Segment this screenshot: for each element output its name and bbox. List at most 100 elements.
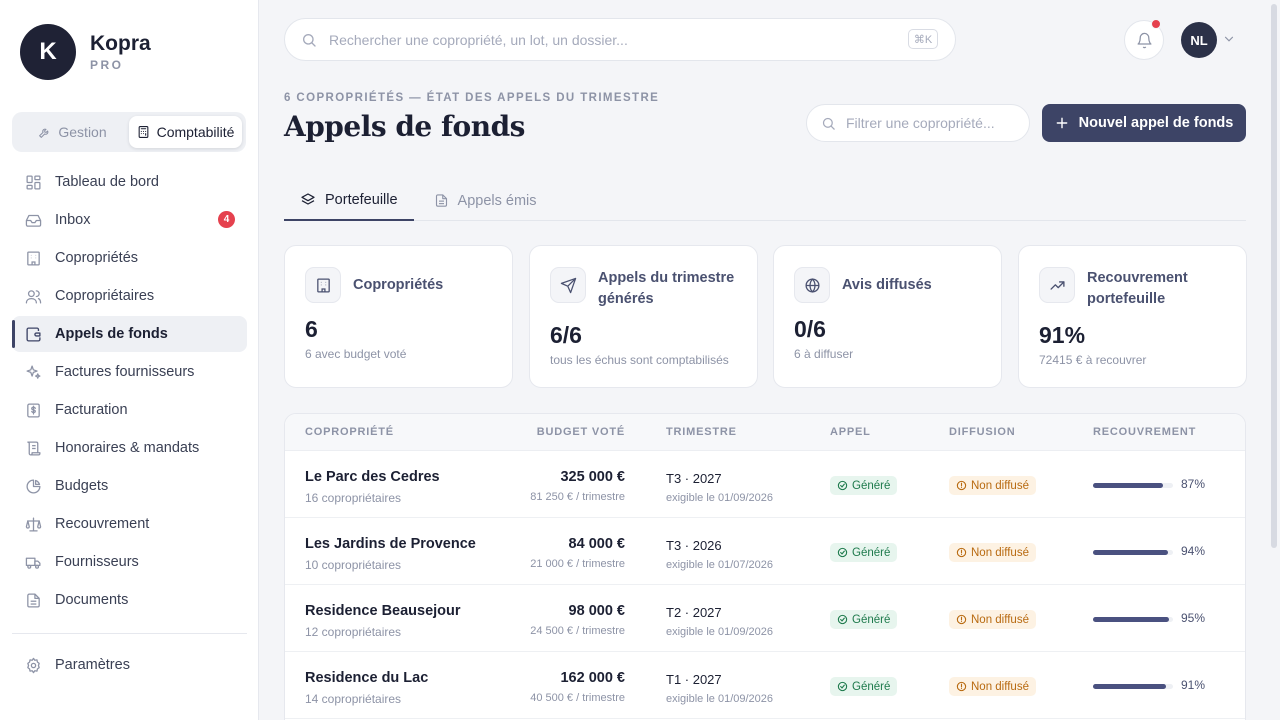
tabs: Portefeuille Appels émis (284, 180, 1246, 221)
sidebar-item-label: Tableau de bord (55, 174, 159, 190)
mode-comptabilite-button[interactable]: Comptabilité (129, 116, 242, 148)
stat-label: Copropriétés (353, 277, 444, 293)
copropriete-name[interactable]: Les Jardins de Provence (305, 536, 476, 552)
page-eyebrow: 6 COPROPRIÉTÉS — ÉTAT DES APPELS DU TRIM… (284, 92, 660, 104)
document-icon (434, 193, 449, 208)
page-title: Appels de fonds (284, 110, 525, 143)
sidebar-item-recouvrement[interactable]: Recouvrement (12, 506, 247, 542)
copropriete-name[interactable]: Residence Beausejour (305, 603, 461, 619)
notification-dot (1151, 19, 1161, 29)
document-icon (24, 591, 42, 609)
sidebar-item-factures-fournisseurs[interactable]: Factures fournisseurs (12, 354, 247, 390)
notifications-button[interactable] (1124, 19, 1164, 60)
sidebar-item-coproprietaires[interactable]: Copropriétaires (12, 278, 247, 314)
sidebar-item-honoraires-mandats[interactable]: Honoraires & mandats (12, 430, 247, 466)
budget-per-quarter: 40 500 € / trimestre (530, 692, 625, 704)
bell-icon (1136, 32, 1153, 49)
status-badge-label: Généré (852, 680, 891, 693)
status-badge-label: Généré (852, 613, 891, 626)
status-badge-label: Généré (852, 546, 891, 559)
sidebar-item-inbox[interactable]: Inbox 4 (12, 202, 247, 238)
trend-up-icon (1039, 267, 1075, 303)
page-scrollbar[interactable] (1271, 4, 1277, 548)
column-header-copropriete[interactable]: COPROPRIÉTÉ (305, 426, 394, 438)
column-header-diffusion[interactable]: DIFFUSION (949, 426, 1015, 438)
column-header-budget[interactable]: BUDGET VOTÉ (537, 426, 625, 438)
mode-comptabilite-label: Comptabilité (156, 124, 235, 140)
check-circle-icon (837, 614, 848, 625)
stat-label: Recouvrement portefeuille (1087, 270, 1188, 307)
stat-value: 91% (1039, 322, 1086, 348)
tab-label: Portefeuille (325, 191, 398, 208)
stat-label: Appels du trimestre générés (598, 270, 735, 307)
brand-tier: PRO (90, 58, 124, 72)
column-header-trimestre[interactable]: TRIMESTRE (666, 426, 737, 438)
due-date: exigible le 01/09/2026 (666, 626, 774, 638)
sidebar-item-coproprietes[interactable]: Copropriétés (12, 240, 247, 276)
receipt-dollar-icon (24, 401, 42, 419)
sidebar-item-parametres[interactable]: Paramètres (12, 647, 247, 683)
stat-value: 6 (305, 316, 318, 342)
status-badge-appel: Généré (830, 677, 898, 696)
user-avatar[interactable]: NL (1181, 22, 1217, 58)
alert-circle-icon (956, 480, 967, 491)
send-icon (550, 267, 586, 303)
quarter: T3 · 2027 (666, 471, 722, 486)
check-circle-icon (837, 681, 848, 692)
new-fund-call-button[interactable]: Nouvel appel de fonds (1042, 104, 1246, 142)
search-icon (301, 32, 317, 48)
status-badge-diffusion: Non diffusé (949, 677, 1036, 696)
tab-appels-emis[interactable]: Appels émis (418, 180, 553, 221)
chevron-down-icon[interactable] (1222, 32, 1236, 46)
sidebar-item-facturation[interactable]: Facturation (12, 392, 247, 428)
sidebar-item-label: Copropriétés (55, 250, 139, 266)
building-icon (305, 267, 341, 303)
tab-label: Appels émis (457, 192, 537, 209)
sidebar-item-tableau-de-bord[interactable]: Tableau de bord (12, 164, 247, 200)
search-icon (821, 116, 836, 131)
table-row[interactable]: Le Parc des Cedres 16 copropriétaires 32… (285, 451, 1245, 518)
sidebar-item-budgets[interactable]: Budgets (12, 468, 247, 504)
stat-card-avis: Avis diffusés 0/6 6 à diffuser (773, 245, 1002, 388)
pie-chart-icon (24, 477, 42, 495)
quarter: T2 · 2027 (666, 605, 722, 620)
budget-amount: 98 000 € (568, 603, 625, 619)
new-fund-call-label: Nouvel appel de fonds (1078, 115, 1234, 131)
sidebar-item-label: Copropriétaires (55, 288, 155, 304)
filter-input[interactable] (846, 115, 1016, 131)
sidebar-item-appels-de-fonds[interactable]: Appels de fonds (12, 316, 247, 352)
owner-count: 16 copropriétaires (305, 491, 402, 505)
column-header-recouvrement[interactable]: RECOUVREMENT (1093, 426, 1196, 438)
column-header-appel[interactable]: APPEL (830, 426, 871, 438)
recovery-percentage: 87% (1181, 477, 1206, 491)
table-row[interactable]: Les Jardins de Provence 10 copropriétair… (285, 518, 1245, 585)
brand[interactable]: K Kopra PRO (20, 24, 151, 80)
alert-circle-icon (956, 547, 967, 558)
stat-value: 0/6 (794, 316, 826, 342)
table-row[interactable]: Residence du Lac 14 copropriétaires 162 … (285, 652, 1245, 719)
copropriete-name[interactable]: Residence du Lac (305, 670, 428, 686)
table-row[interactable]: Residence Beausejour 12 copropriétaires … (285, 585, 1245, 652)
check-circle-icon (837, 480, 848, 491)
brand-logo: K (20, 24, 76, 80)
global-search: ⌘K (284, 18, 956, 61)
stat-sub: 6 avec budget voté (305, 347, 407, 361)
copropriete-name[interactable]: Le Parc des Cedres (305, 469, 440, 485)
sidebar: K Kopra PRO Gestion Comptabilité Tableau… (0, 0, 259, 720)
owner-count: 10 copropriétaires (305, 558, 402, 572)
budget-amount: 325 000 € (560, 469, 625, 485)
sidebar-item-fournisseurs[interactable]: Fournisseurs (12, 544, 247, 580)
stat-sub: 6 à diffuser (794, 347, 854, 361)
recovery-percentage: 91% (1181, 678, 1206, 692)
status-badge-label: Non diffusé (971, 680, 1029, 693)
recovery-progress-bar (1093, 550, 1173, 555)
mode-gestion-button[interactable]: Gestion (16, 116, 129, 148)
brand-name: Kopra (90, 32, 151, 55)
sidebar-item-documents[interactable]: Documents (12, 582, 247, 618)
tab-portefeuille[interactable]: Portefeuille (284, 180, 414, 221)
sidebar-item-label: Paramètres (55, 657, 130, 673)
sidebar-item-label: Appels de fonds (55, 326, 168, 342)
calculator-icon (137, 125, 150, 139)
search-input[interactable] (329, 31, 889, 48)
status-badge-diffusion: Non diffusé (949, 610, 1036, 629)
